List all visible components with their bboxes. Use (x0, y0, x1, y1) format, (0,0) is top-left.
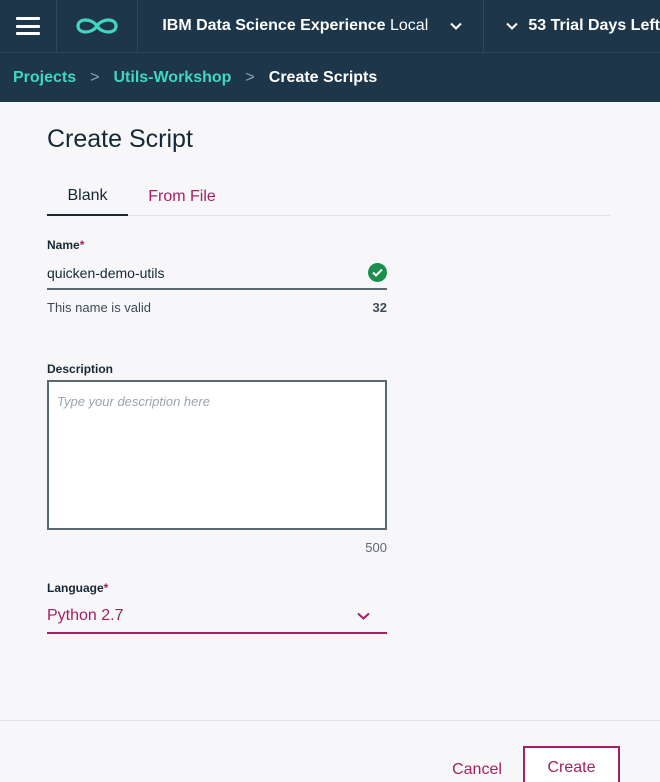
tab-from-file[interactable]: From File (128, 178, 236, 216)
top-header: IBM Data Science Experience Local 53 Tri… (0, 0, 660, 52)
name-value: quicken-demo-utils (47, 265, 165, 281)
trial-days-dropdown[interactable]: 53 Trial Days Left (484, 0, 660, 52)
name-char-count: 32 (372, 300, 387, 315)
description-textarea[interactable] (47, 380, 387, 530)
name-field[interactable]: quicken-demo-utils (47, 258, 387, 290)
required-asterisk: * (103, 581, 109, 595)
app-title-switcher[interactable]: IBM Data Science Experience Local (138, 0, 485, 52)
infinity-logo-icon (76, 18, 118, 34)
chevron-down-icon (450, 22, 462, 30)
breadcrumb-current: Create Scripts (268, 68, 378, 86)
language-value: Python 2.7 (47, 607, 124, 624)
name-valid-message: This name is valid (47, 300, 152, 315)
name-label: Name* (47, 238, 85, 252)
app-logo[interactable] (57, 0, 139, 52)
breadcrumb-separator: > (245, 68, 255, 86)
app-title: IBM Data Science Experience Local (162, 17, 429, 34)
description-label: Description (47, 362, 114, 376)
chevron-down-icon (357, 612, 370, 620)
tab-bar: Blank From File (47, 178, 610, 216)
breadcrumb-utils-workshop[interactable]: Utils-Workshop (113, 69, 231, 87)
description-char-count: 500 (365, 540, 387, 555)
chevron-down-icon (506, 22, 519, 30)
breadcrumb: Projects > Utils-Workshop > Create Scrip… (0, 52, 660, 102)
name-validation-row: This name is valid 32 (47, 300, 387, 315)
create-button[interactable]: Create (523, 746, 620, 782)
breadcrumb-projects[interactable]: Projects (13, 69, 76, 87)
tab-blank[interactable]: Blank (47, 178, 128, 216)
page-title: Create Script (47, 125, 193, 153)
trial-days-text: 53 Trial Days Left (528, 17, 660, 34)
breadcrumb-separator: > (90, 68, 100, 86)
checkmark-circle-icon (368, 263, 387, 282)
language-select[interactable]: Python 2.7 (47, 600, 387, 634)
language-label: Language* (47, 581, 109, 595)
cancel-button[interactable]: Cancel (440, 758, 514, 782)
footer-divider (0, 720, 660, 721)
hamburger-icon (16, 17, 41, 35)
required-asterisk: * (79, 238, 85, 252)
menu-button[interactable] (0, 0, 58, 52)
